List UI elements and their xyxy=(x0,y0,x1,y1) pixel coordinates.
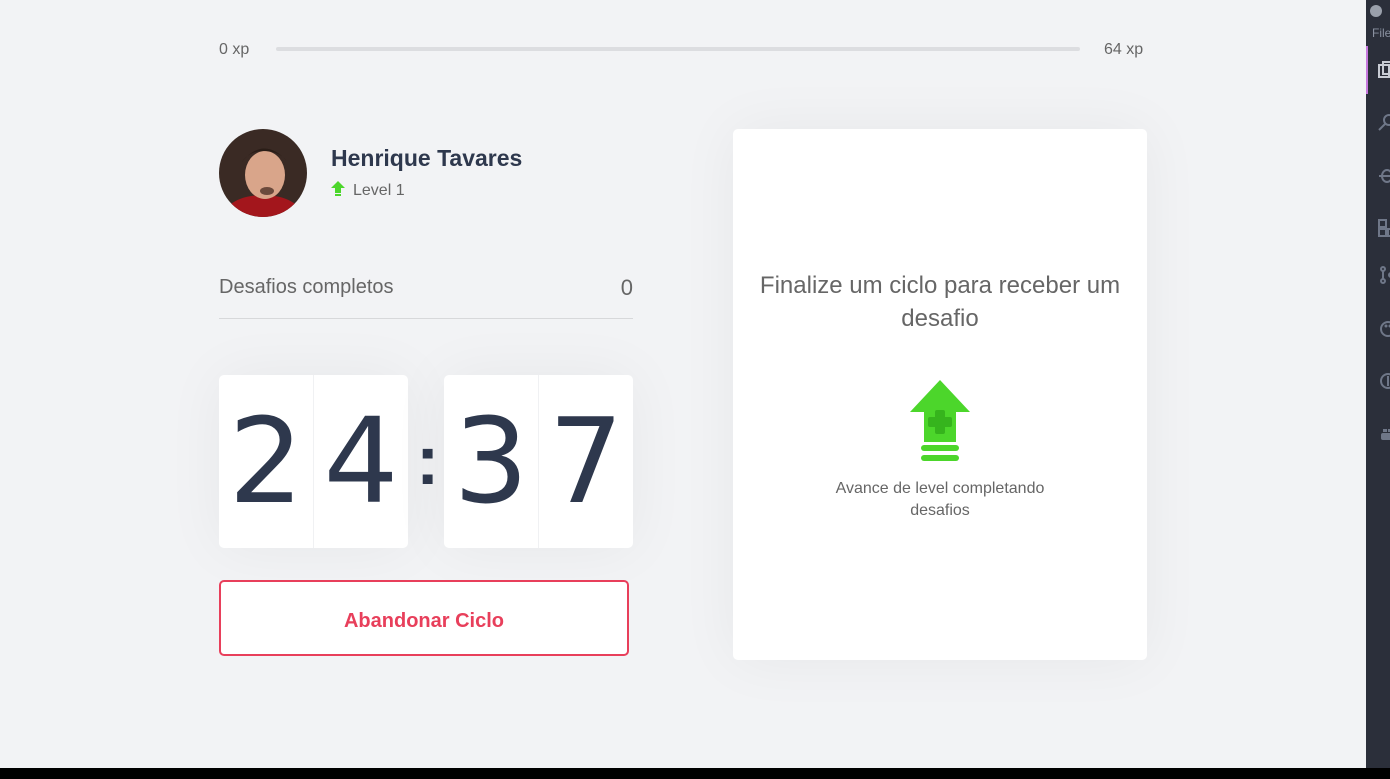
abandon-cycle-button[interactable]: Abandonar Ciclo xyxy=(219,580,629,656)
countdown-minutes: 2 4 xyxy=(219,375,408,548)
bottom-bar xyxy=(0,768,1390,779)
source-control-icon[interactable] xyxy=(1378,266,1390,284)
challenge-box: Finalize um ciclo para receber um desafi… xyxy=(733,129,1147,660)
active-indicator xyxy=(1366,46,1368,94)
docker-icon[interactable] xyxy=(1378,425,1390,443)
explorer-icon[interactable] xyxy=(1378,61,1390,79)
completed-challenges-label: Desafios completos xyxy=(219,276,394,298)
completed-challenges: Desafios completos 0 xyxy=(219,272,633,319)
level-label: Level 1 xyxy=(353,182,405,199)
countdown-second-tens: 3 xyxy=(444,375,539,548)
window-control-icon[interactable] xyxy=(1370,5,1382,17)
countdown-second-ones: 7 xyxy=(548,392,624,530)
countdown-seconds: 3 7 xyxy=(444,375,633,548)
completed-challenges-count: 0 xyxy=(620,275,633,300)
file-menu[interactable]: File xyxy=(1372,26,1390,40)
xp-progress-bar xyxy=(276,47,1080,51)
xp-max-label: 64 xp xyxy=(1104,41,1144,58)
search-icon[interactable] xyxy=(1378,113,1390,131)
avatar xyxy=(219,129,307,217)
editor-activity-bar: File xyxy=(1366,0,1390,768)
debug-icon[interactable] xyxy=(1378,166,1390,184)
countdown-minute-tens: 2 xyxy=(219,375,314,548)
level-up-icon xyxy=(331,181,345,196)
challenge-title: Finalize um ciclo para receber um desafi… xyxy=(759,272,1121,332)
countdown-separator: : xyxy=(416,421,440,499)
countdown-minute-ones: 4 xyxy=(323,392,399,530)
profile-name: Henrique Tavares xyxy=(331,145,523,171)
remote-icon[interactable] xyxy=(1378,372,1390,390)
xp-min-label: 0 xp xyxy=(219,41,250,58)
extensions-icon[interactable] xyxy=(1378,219,1390,237)
app-container: 0 xp 64 xp Henrique Tavares Level 1 Desa… xyxy=(0,0,1366,768)
palette-icon[interactable] xyxy=(1378,320,1390,338)
level-up-icon xyxy=(910,380,970,461)
challenge-description: Avance de level completando desafios xyxy=(835,480,1045,519)
